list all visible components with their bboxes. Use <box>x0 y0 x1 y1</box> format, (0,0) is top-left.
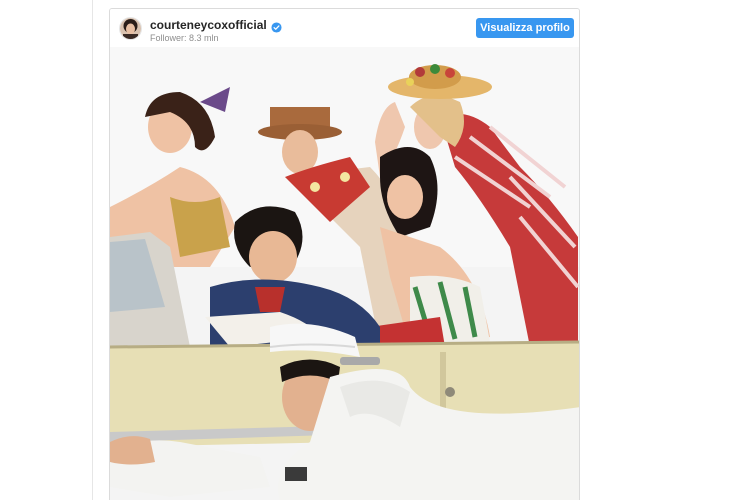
avatar[interactable] <box>119 17 142 40</box>
view-profile-button[interactable]: Visualizza profilo <box>476 18 574 38</box>
verified-badge-icon <box>271 20 282 33</box>
username-row: courteneycoxofficial <box>150 19 282 33</box>
page: courteneycoxofficial Follower: 8.3 mln V… <box>0 0 740 500</box>
instagram-embed-card: courteneycoxofficial Follower: 8.3 mln V… <box>109 8 580 500</box>
post-photo[interactable] <box>110 47 579 500</box>
post-header: courteneycoxofficial Follower: 8.3 mln V… <box>110 9 579 47</box>
divider <box>92 0 93 500</box>
follower-count: Follower: 8.3 mln <box>150 33 219 43</box>
username-link[interactable]: courteneycoxofficial <box>150 19 267 32</box>
